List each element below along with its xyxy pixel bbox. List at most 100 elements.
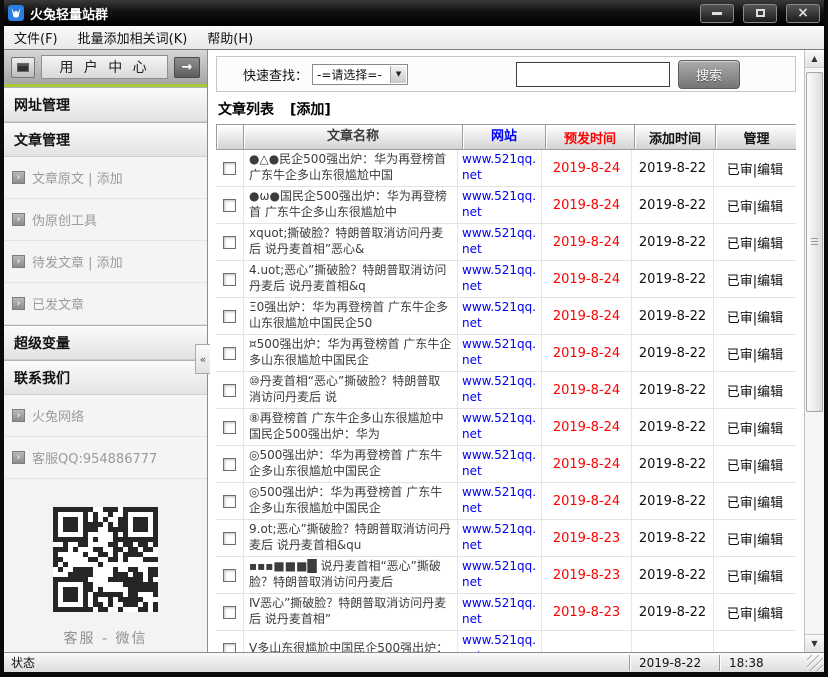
sidebar-item-service-qq[interactable]: › 客服QQ:954886777 [4,437,207,479]
row-checkbox[interactable] [223,199,236,212]
row-checkbox[interactable] [223,162,236,175]
quick-find-select[interactable]: -=请选择=- ▼ [312,64,408,85]
predate-value: 2019-8-24 [542,224,632,260]
site-link[interactable]: www.521qq.net [458,261,542,297]
manage-links[interactable]: 已审|编辑 [714,298,796,334]
sidebar-section-article-management[interactable]: 文章管理 [4,122,207,157]
arrow-right-icon: → [182,60,193,75]
close-button[interactable]: × [786,4,820,23]
scroll-up-button[interactable]: ▲ [805,50,824,68]
vertical-scrollbar[interactable]: ▲ ▼ [804,50,824,652]
row-checkbox[interactable] [223,643,236,653]
site-link[interactable]: www.521qq.net [458,150,542,186]
site-link[interactable]: www.521qq.net [458,446,542,482]
row-checkbox[interactable] [223,347,236,360]
menu-help[interactable]: 帮助(H) [197,26,263,49]
manage-links[interactable] [714,631,796,652]
maximize-button[interactable] [743,4,777,23]
article-name-cell: ▪▪▪■■■█ 说丹麦首相“恶心”撕破脸？特朗普取消访问丹麦后 [244,557,458,593]
quick-find-label: 快速查找： [243,65,308,84]
row-checkbox[interactable] [223,236,236,249]
search-button[interactable]: 搜索 [678,60,740,89]
row-checkbox[interactable] [223,495,236,508]
manage-links[interactable]: 已审|编辑 [714,483,796,519]
manage-links[interactable]: 已审|编辑 [714,150,796,186]
user-center-button[interactable]: 用 户 中 心 [41,55,168,79]
go-button[interactable]: → [174,57,200,78]
window-title: 火兔轻量站群 [30,4,691,23]
article-name-cell: ⅹquot;撕破脸？特朗普取消访问丹麦后 说丹麦首相”恶心& [244,224,458,260]
header-manage[interactable]: 管理 [715,124,796,150]
addtime-value: 2019-8-22 [632,261,714,297]
manage-links[interactable]: 已审|编辑 [714,446,796,482]
site-link[interactable]: www.521qq.net [458,520,542,556]
header-checkbox-cell[interactable] [216,124,244,150]
sidebar-section-url-management[interactable]: 网址管理 [4,87,207,122]
qr-code [53,507,158,616]
article-name-cell: Ⅳ恶心”撕破脸？特朗普取消访问丹麦后 说丹麦首相” [244,594,458,630]
row-checkbox[interactable] [223,532,236,545]
window-mode-button[interactable] [11,57,35,78]
sidebar-item-published-articles[interactable]: › 已发文章 [4,283,207,325]
site-link[interactable]: www.521qq.net [458,298,542,334]
manage-links[interactable]: 已审|编辑 [714,409,796,445]
scrollbar-thumb[interactable] [806,72,823,412]
table-row: ⑧再登榜首 广东牛企多山东很尴尬中国民企500强出炉：华为 www.521qq.… [216,409,796,446]
manage-links[interactable]: 已审|编辑 [714,372,796,408]
article-name-cell: ●ω●国民企500强出炉：华为再登榜首 广东牛企多山东很尴尬中 [244,187,458,223]
site-link[interactable]: www.521qq.net [458,409,542,445]
manage-links[interactable]: 已审|编辑 [714,594,796,630]
header-predate[interactable]: 预发时间 [545,124,635,150]
row-checkbox[interactable] [223,310,236,323]
site-link[interactable]: www.521qq.net [458,372,542,408]
header-addtime[interactable]: 添加时间 [634,124,716,150]
article-table: 文章名称 网站 预发时间 添加时间 管理 ●△●民企500强出炉：华为再登榜首 … [216,124,796,652]
site-link[interactable]: www.521qq.net [458,594,542,630]
add-article-link[interactable]: [添加] [290,99,331,119]
sidebar-item-huotu-network[interactable]: › 火兔网络 [4,395,207,437]
addtime-value: 2019-8-22 [632,446,714,482]
manage-links[interactable]: 已审|编辑 [714,520,796,556]
search-input[interactable] [516,62,670,87]
site-link[interactable]: www.521qq.net [458,224,542,260]
sidebar-collapse-button[interactable]: « [195,344,210,374]
header-article-name[interactable]: 文章名称 [243,124,463,150]
menu-file[interactable]: 文件(F) [4,26,68,49]
article-name: ●△●民企500强出炉：华为再登榜首 广东牛企多山东很尴尬中国 [249,152,452,183]
sidebar-item-article-original[interactable]: › 文章原文 | 添加 [4,157,207,199]
manage-links[interactable]: 已审|编辑 [714,261,796,297]
site-link[interactable]: www.521qq.net [458,483,542,519]
predate-value: 2019-8-24 [542,483,632,519]
site-link[interactable]: www.521qq.net [458,335,542,371]
site-link[interactable]: www.521qq.net [458,557,542,593]
manage-links[interactable]: 已审|编辑 [714,187,796,223]
row-checkbox[interactable] [223,606,236,619]
sidebar-section-super-variables[interactable]: 超级变量 [4,325,207,360]
minimize-button[interactable] [700,4,734,23]
addtime-value: 2019-8-22 [632,594,714,630]
header-site[interactable]: 网站 [462,124,546,150]
sidebar-item-pending-articles[interactable]: › 待发文章 | 添加 [4,241,207,283]
chevron-right-icon: › [12,213,25,226]
scroll-down-button[interactable]: ▼ [805,634,824,652]
manage-links[interactable]: 已审|编辑 [714,224,796,260]
row-checkbox[interactable] [223,273,236,286]
sidebar-section-contact-us[interactable]: 联系我们 [4,360,207,395]
manage-links[interactable]: 已审|编辑 [714,557,796,593]
addtime-value: 2019-8-22 [632,520,714,556]
sidebar-item-label: 文章原文 | 添加 [32,168,123,187]
menu-batch-add-keywords[interactable]: 批量添加相关词(K) [68,26,198,49]
table-row: 9.ot;恶心”撕破脸？特朗普取消访问丹麦后 说丹麦首相&qu www.521q… [216,520,796,557]
row-checkbox[interactable] [223,458,236,471]
row-checkbox[interactable] [223,569,236,582]
resize-grip[interactable] [807,655,823,671]
row-checkbox[interactable] [223,384,236,397]
scrollbar-grip-icon [811,238,818,246]
row-checkbox[interactable] [223,421,236,434]
sidebar-item-pseudo-original-tool[interactable]: › 伪原创工具 [4,199,207,241]
row-checkbox-cell [216,298,244,334]
manage-links[interactable]: 已审|编辑 [714,335,796,371]
site-link[interactable]: www.521qq.net [458,631,542,652]
site-link[interactable]: www.521qq.net [458,187,542,223]
sidebar-item-label: 火兔网络 [32,406,84,425]
